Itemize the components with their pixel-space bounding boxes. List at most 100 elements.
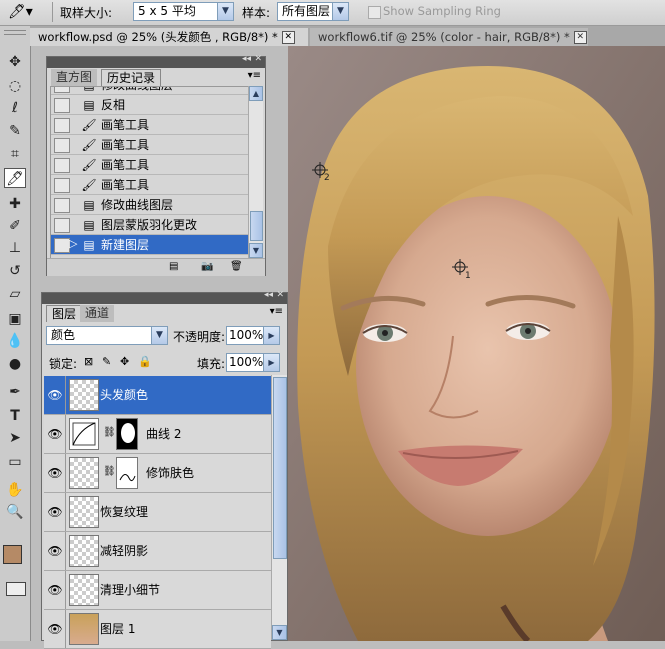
history-item[interactable]: ▤ 图层蒙版羽化更改 (51, 215, 249, 235)
history-source-checkbox[interactable] (54, 98, 70, 113)
lock-transparency-icon[interactable]: ⊠ (84, 355, 93, 368)
link-icon[interactable]: ⛓ (103, 466, 116, 477)
eye-icon[interactable]: 👁 (46, 386, 64, 404)
chevron-right-icon[interactable]: ▶ (263, 327, 279, 344)
history-brush-tool-icon[interactable]: ↺ (4, 261, 26, 281)
eye-icon[interactable]: 👁 (46, 581, 64, 599)
history-item[interactable]: ▷ ▤ 新建图层 (51, 235, 249, 255)
type-tool-icon[interactable]: T (4, 406, 26, 426)
history-item[interactable]: 🖌 画笔工具 (51, 175, 249, 195)
tab-layers[interactable]: 图层 (46, 305, 83, 322)
dodge-tool-icon[interactable]: ● (4, 354, 26, 374)
tab-channels[interactable]: 通道 (80, 305, 115, 322)
history-source-checkbox[interactable] (54, 178, 70, 193)
eraser-tool-icon[interactable]: ▱ (4, 284, 26, 304)
layer-thumbnail[interactable] (69, 496, 99, 528)
history-item[interactable]: ▤ 反相 (51, 95, 249, 115)
layer-thumbnail[interactable] (69, 535, 99, 567)
history-source-checkbox[interactable] (54, 198, 70, 213)
brush-tool-icon[interactable]: ✐ (4, 216, 26, 236)
trash-icon[interactable]: 🗑 (230, 261, 243, 272)
close-icon[interactable]: ✕ (281, 31, 295, 44)
tab-histogram[interactable]: 直方图 (51, 69, 98, 86)
eye-icon[interactable]: 👁 (46, 542, 64, 560)
history-item[interactable]: ▤ 修改曲线图层 (51, 195, 249, 215)
curves-adjustment-icon[interactable] (69, 418, 99, 450)
sample-select[interactable]: 所有图层 ▼ (277, 2, 349, 21)
lock-position-icon[interactable]: ✥ (120, 355, 129, 368)
layer-row[interactable]: 👁 清理小细节 (44, 571, 271, 610)
panel-menu-icon[interactable]: ▾≡ (270, 306, 283, 317)
layer-row[interactable]: 👁 减轻阴影 (44, 532, 271, 571)
panel-menu-icon[interactable]: ▾≡ (248, 70, 261, 81)
hand-tool-icon[interactable]: ✋ (4, 480, 26, 500)
healing-brush-tool-icon[interactable]: ✚ (4, 194, 26, 214)
quick-mask-icon[interactable] (6, 582, 26, 596)
layer-thumbnail[interactable] (69, 379, 99, 411)
scroll-up-icon[interactable]: ▲ (249, 86, 263, 101)
scroll-thumb[interactable] (273, 377, 287, 559)
eyedropper-tool-icon[interactable]: 🖊 (4, 168, 26, 188)
foreground-color-swatch[interactable] (3, 545, 22, 564)
panel-titlebar[interactable]: ◂◂ ✕ (42, 290, 287, 304)
layer-thumbnail[interactable] (69, 457, 99, 489)
layer-mask-thumbnail[interactable] (116, 418, 138, 450)
history-item[interactable]: 🖌 画笔工具 (51, 155, 249, 175)
lasso-tool-icon[interactable]: ℓ (4, 98, 26, 118)
scroll-down-icon[interactable]: ▼ (249, 243, 263, 258)
layer-mask-thumbnail[interactable] (116, 457, 138, 489)
eye-icon[interactable]: 👁 (46, 464, 64, 482)
collapse-icon[interactable]: ◂◂ (242, 54, 251, 64)
eye-icon[interactable]: 👁 (46, 503, 64, 521)
history-source-checkbox[interactable] (54, 87, 70, 93)
new-document-icon[interactable]: ▤ (169, 261, 178, 272)
marquee-tool-icon[interactable]: ◌ (4, 76, 26, 96)
history-item[interactable]: 🖌 画笔工具 (51, 135, 249, 155)
fill-input[interactable]: 100% ▶ (226, 353, 280, 372)
layer-thumbnail[interactable] (69, 574, 99, 606)
layer-row[interactable]: 👁 头发颜色 (44, 376, 271, 415)
history-source-checkbox[interactable] (54, 118, 70, 133)
eyedropper-icon[interactable]: 🖊▾ (8, 4, 33, 20)
move-tool-icon[interactable]: ✥ (4, 52, 26, 72)
pen-tool-icon[interactable]: ✒ (4, 382, 26, 402)
snapshot-icon[interactable]: 📷 (201, 261, 213, 272)
layer-row[interactable]: 👁 图层 1 (44, 610, 271, 649)
layer-row[interactable]: 👁 恢复纹理 (44, 493, 271, 532)
link-icon[interactable]: ⛓ (103, 427, 116, 438)
shape-tool-icon[interactable]: ▭ (4, 452, 26, 472)
collapse-icon[interactable]: ◂◂ (264, 290, 273, 300)
document-canvas[interactable]: 2 1 (288, 46, 665, 641)
panel-titlebar[interactable]: ◂◂ ✕ (47, 54, 265, 68)
close-icon[interactable]: ✕ (254, 54, 262, 64)
zoom-tool-icon[interactable]: 🔍 (4, 502, 26, 522)
history-item[interactable]: 🖌 画笔工具 (51, 115, 249, 135)
lock-pixels-icon[interactable]: ✎ (102, 355, 111, 368)
history-source-checkbox[interactable] (54, 218, 70, 233)
path-select-tool-icon[interactable]: ➤ (4, 428, 26, 448)
history-source-checkbox[interactable] (54, 158, 70, 173)
close-icon[interactable]: ✕ (276, 290, 284, 300)
layers-scrollbar[interactable]: ▼ (271, 375, 287, 640)
tab-history[interactable]: 历史记录 (101, 69, 162, 86)
layer-thumbnail[interactable] (69, 613, 99, 645)
history-item[interactable]: ▤ 修改曲线图层 (51, 87, 249, 95)
eye-icon[interactable]: 👁 (46, 425, 64, 443)
layer-row[interactable]: 👁 ⛓ 曲线 2 (44, 415, 271, 454)
quick-select-tool-icon[interactable]: ✎ (4, 121, 26, 141)
opacity-input[interactable]: 100% ▶ (226, 326, 280, 345)
clone-stamp-tool-icon[interactable]: ⊥ (4, 238, 26, 258)
close-icon[interactable]: ✕ (573, 31, 587, 44)
history-scrollbar[interactable]: ▲ ▼ (248, 86, 263, 258)
toolbox-grip[interactable] (4, 30, 26, 35)
blend-mode-select[interactable]: 颜色 ▼ (46, 326, 168, 345)
chevron-right-icon[interactable]: ▶ (263, 354, 279, 371)
scroll-down-icon[interactable]: ▼ (272, 625, 287, 640)
sample-size-select[interactable]: 5 x 5 平均 ▼ (133, 2, 234, 21)
crop-tool-icon[interactable]: ⌗ (4, 144, 26, 164)
scroll-thumb[interactable] (250, 211, 263, 241)
lock-all-icon[interactable]: 🔒 (138, 355, 152, 368)
doc-tab-workflow-psd[interactable]: workflow.psd @ 25% (头发颜色 , RGB/8*) * ✕ (30, 28, 308, 46)
doc-tab-workflow6-tif[interactable]: workflow6.tif @ 25% (color - hair, RGB/8… (310, 28, 588, 46)
show-ring-checkbox[interactable] (368, 6, 381, 19)
